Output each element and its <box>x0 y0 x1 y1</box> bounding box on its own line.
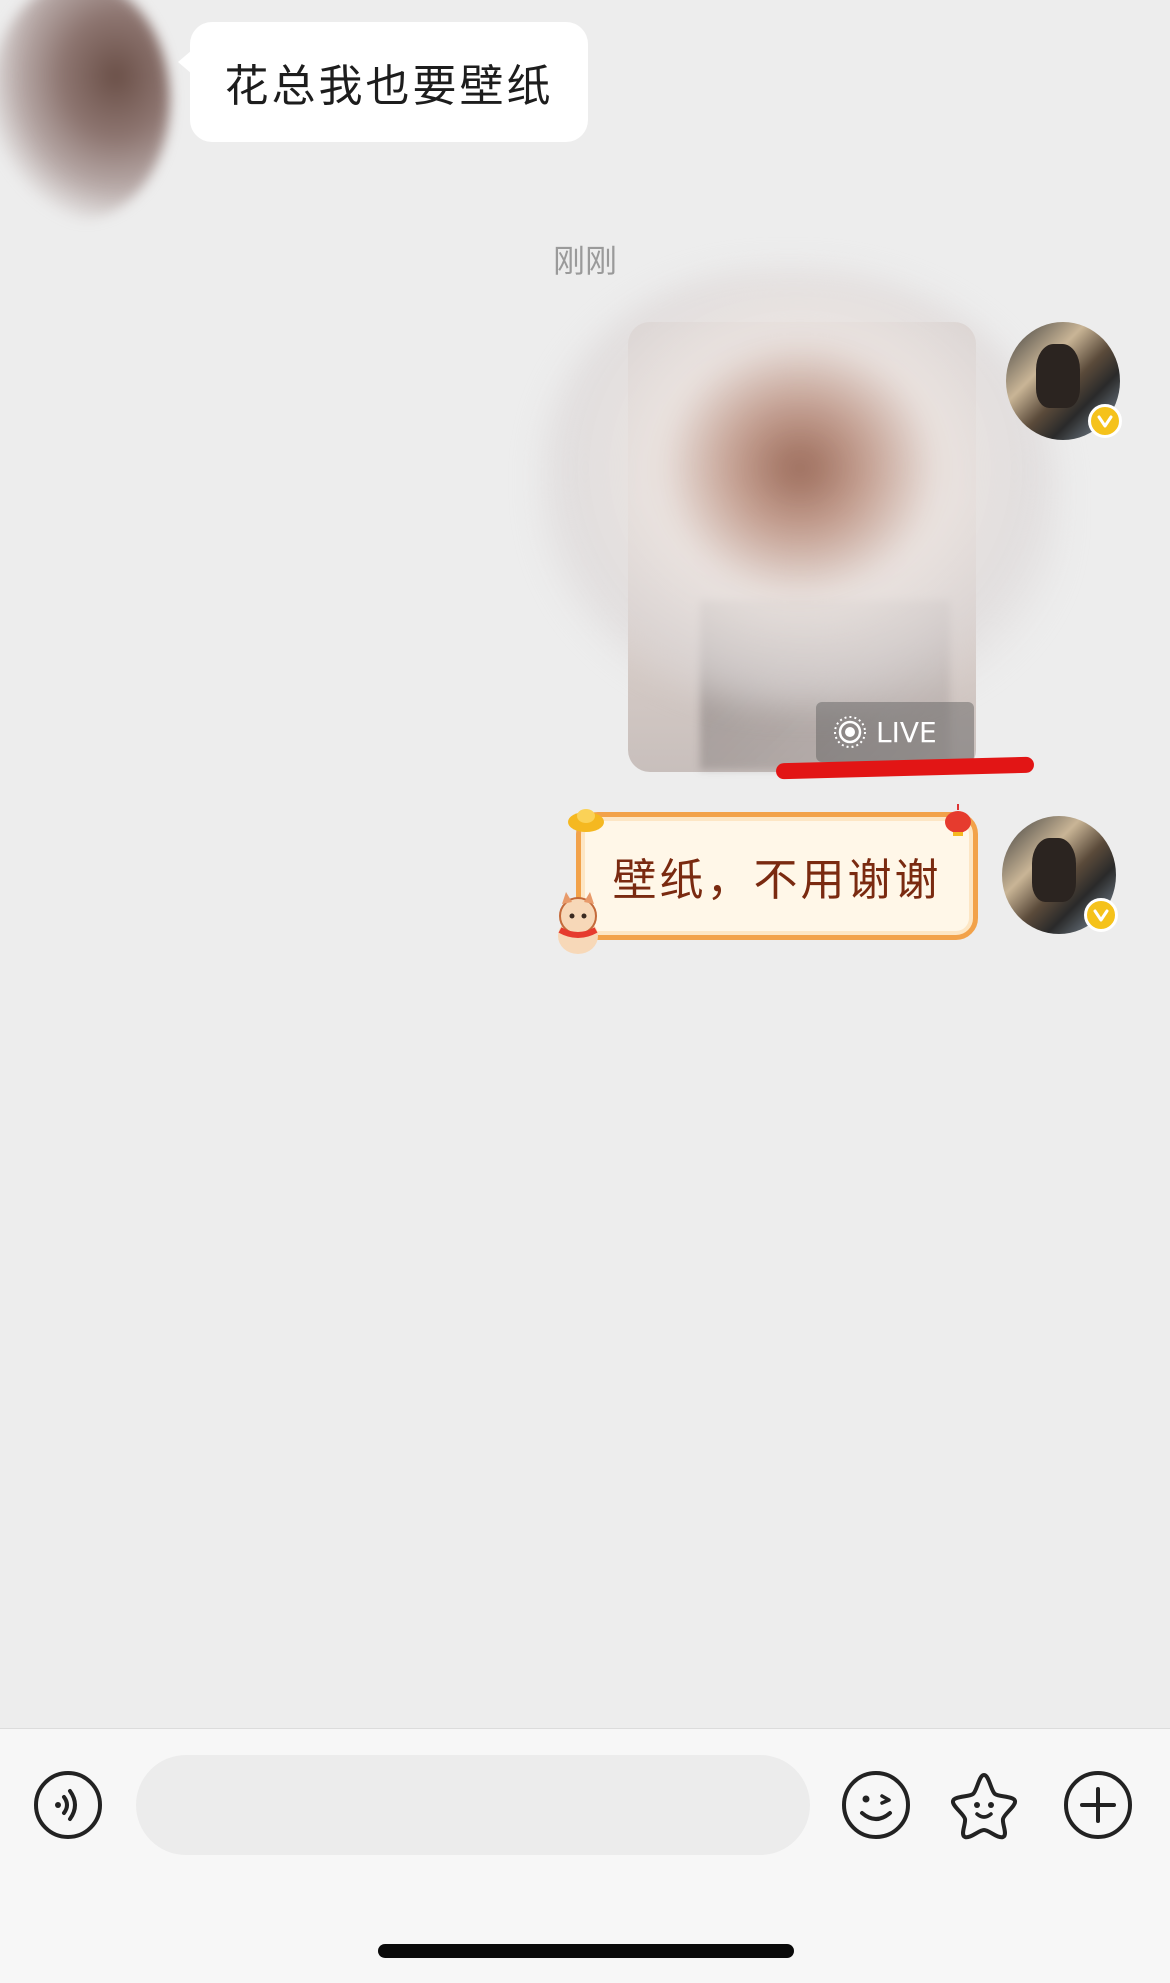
live-badge-label: LIVE <box>876 715 937 749</box>
incoming-message-text: 花总我也要壁纸 <box>224 61 554 112</box>
outgoing-message-text: 壁纸，不用谢谢 <box>612 855 942 906</box>
photo-blur-overlay <box>540 270 1060 710</box>
cat-mascot-icon <box>558 892 598 954</box>
sticker-icon[interactable] <box>948 1769 1020 1841</box>
message-input[interactable] <box>136 1755 810 1855</box>
live-photo-badge: LIVE <box>816 702 974 762</box>
voice-icon[interactable] <box>32 1769 104 1841</box>
emoji-icon[interactable] <box>840 1769 912 1841</box>
incoming-message-bubble[interactable]: 花总我也要壁纸 <box>178 22 588 142</box>
gold-ingot-icon <box>568 809 604 832</box>
live-icon <box>834 716 866 748</box>
sender-avatar[interactable] <box>0 0 170 220</box>
chat-area: 花总我也要壁纸 刚刚 LIVE 壁纸，不用谢谢 <box>0 0 1170 1728</box>
my-avatar[interactable] <box>1006 322 1122 440</box>
verified-badge-icon <box>1084 898 1118 932</box>
plus-icon[interactable] <box>1062 1769 1134 1841</box>
verified-badge-icon <box>1088 404 1122 438</box>
lantern-icon <box>945 804 971 836</box>
home-indicator[interactable] <box>378 1944 794 1958</box>
my-avatar-2[interactable] <box>1002 816 1118 934</box>
outgoing-message-bubble[interactable]: 壁纸，不用谢谢 <box>576 812 978 940</box>
message-timestamp: 刚刚 <box>552 242 617 280</box>
